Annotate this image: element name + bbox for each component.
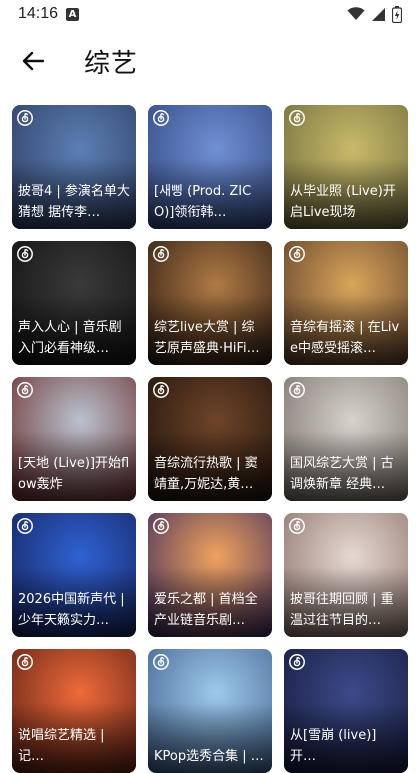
playlist-card[interactable]: [天地 (Live)]开始flow轰炸 (12, 377, 136, 501)
playlist-title: 说唱综艺精选 | 记… (18, 728, 105, 764)
playlist-card[interactable]: 披哥往期回顾 | 重温过往节目的… (284, 513, 408, 637)
playlist-grid: 披哥4 | 参演名单大猜想 据传李… [새삥 (Prod. ZICO)]领衔韩… 从… (12, 105, 412, 773)
netease-music-icon (153, 382, 169, 398)
netease-music-icon (153, 110, 169, 126)
playlist-title: 音综有摇滚 | 在Live中感受摇滚… (290, 320, 400, 356)
playlist-title: KPop选秀合集 | … (154, 749, 264, 764)
playlist-card[interactable]: 从[雪崩 (live)]开… (284, 649, 408, 773)
playlist-card[interactable]: 披哥4 | 参演名单大猜想 据传李… (12, 105, 136, 229)
playlist-title: 音综流行热歌 | 窦靖童,万妮达,黄… (154, 456, 258, 492)
playlist-title: 从毕业照 (Live)开启Live现场 (290, 184, 396, 220)
playlist-title: [새삥 (Prod. ZICO)]领衔韩… (154, 184, 252, 220)
arrow-left-icon (22, 51, 44, 71)
netease-music-icon (289, 518, 305, 534)
netease-music-icon (17, 654, 33, 670)
netease-music-icon (17, 110, 33, 126)
playlist-title: 从[雪崩 (live)]开… (290, 728, 377, 764)
playlist-title: [天地 (Live)]开始flow轰炸 (18, 456, 130, 492)
battery-icon (392, 5, 402, 23)
playlist-card[interactable]: 声入人心 | 音乐剧入门必看神级… (12, 241, 136, 365)
notification-icon: A (66, 7, 80, 21)
playlist-title: 2026中国新声代 | 少年天籁实力… (18, 592, 125, 628)
playlist-card[interactable]: 国风综艺大赏 | 古调焕新章 经典… (284, 377, 408, 501)
playlist-card[interactable]: 综艺live大赏 | 综艺原声盛典·HiFi… (148, 241, 272, 365)
playlist-card[interactable]: 爱乐之都 | 首档全产业链音乐剧… (148, 513, 272, 637)
playlist-title: 综艺live大赏 | 综艺原声盛典·HiFi… (154, 320, 260, 356)
playlist-card[interactable]: 说唱综艺精选 | 记… (12, 649, 136, 773)
netease-music-icon (153, 518, 169, 534)
netease-music-icon (153, 246, 169, 262)
netease-music-icon (289, 654, 305, 670)
app-header: 综艺 (0, 28, 420, 94)
netease-music-icon (17, 382, 33, 398)
signal-icon (372, 7, 385, 21)
playlist-title: 声入人心 | 音乐剧入门必看神级… (18, 320, 122, 356)
status-time: 14:16 (18, 5, 59, 22)
playlist-card[interactable]: 从毕业照 (Live)开启Live现场 (284, 105, 408, 229)
netease-music-icon (289, 246, 305, 262)
playlist-card[interactable]: [새삥 (Prod. ZICO)]领衔韩… (148, 105, 272, 229)
netease-music-icon (289, 110, 305, 126)
status-right (347, 5, 402, 23)
playlist-title: 披哥往期回顾 | 重温过往节目的… (290, 592, 394, 628)
playlist-title: 披哥4 | 参演名单大猜想 据传李… (18, 184, 130, 220)
netease-music-icon (17, 246, 33, 262)
playlist-card[interactable]: KPop选秀合集 | … (148, 649, 272, 773)
netease-music-icon (17, 518, 33, 534)
status-bar: 14:16 A (0, 0, 420, 28)
netease-music-icon (289, 382, 305, 398)
netease-music-icon (153, 654, 169, 670)
back-button[interactable] (16, 44, 50, 78)
playlist-title: 爱乐之都 | 首档全产业链音乐剧… (154, 592, 258, 628)
playlist-title: 国风综艺大赏 | 古调焕新章 经典… (290, 456, 394, 492)
playlist-card[interactable]: 音综流行热歌 | 窦靖童,万妮达,黄… (148, 377, 272, 501)
playlist-card[interactable]: 2026中国新声代 | 少年天籁实力… (12, 513, 136, 637)
wifi-icon (347, 7, 365, 20)
status-left: 14:16 A (18, 5, 80, 23)
playlist-card[interactable]: 音综有摇滚 | 在Live中感受摇滚… (284, 241, 408, 365)
page-title: 综艺 (84, 48, 139, 79)
